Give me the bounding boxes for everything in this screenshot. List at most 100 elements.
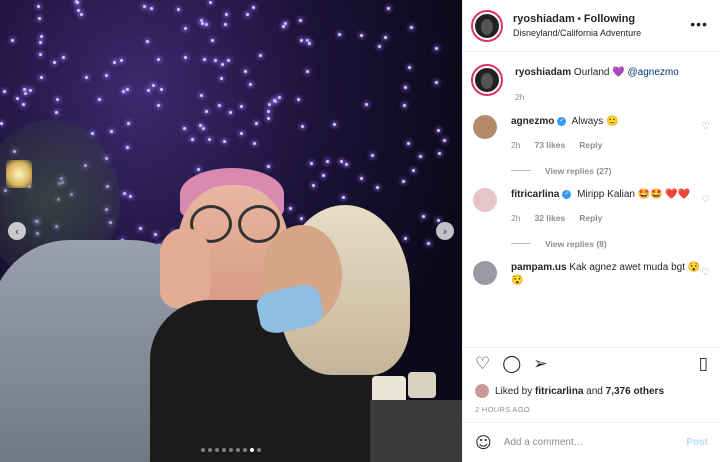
light-dot bbox=[370, 153, 374, 157]
comments-list[interactable]: ryoshiadam Ourland 💜 @agnezmo 2h agnezmo… bbox=[463, 52, 720, 347]
light-dot bbox=[226, 58, 230, 62]
avatar[interactable] bbox=[471, 9, 503, 42]
light-dot bbox=[38, 40, 42, 44]
light-dot bbox=[37, 5, 41, 9]
heart-icon[interactable]: ♡ bbox=[701, 121, 710, 132]
comment-username[interactable]: agnezmo bbox=[511, 116, 554, 127]
view-replies-label: View replies (27) bbox=[545, 165, 612, 176]
view-replies-button[interactable]: View replies (8) bbox=[511, 239, 710, 249]
caption-text: Ourland bbox=[573, 67, 610, 78]
light-dot bbox=[3, 89, 7, 93]
action-bar: ♡ ◯ ➢ ▯ bbox=[463, 347, 720, 381]
light-dot bbox=[160, 87, 164, 91]
light-dot bbox=[277, 96, 281, 100]
light-dot bbox=[283, 21, 287, 25]
caption-username[interactable]: ryoshiadam bbox=[515, 67, 571, 78]
light-dot bbox=[340, 160, 344, 164]
likes-summary: Liked by fitricarlina and 7,376 others bbox=[463, 381, 720, 401]
reply-button[interactable]: Reply bbox=[579, 213, 602, 224]
light-dot bbox=[436, 128, 440, 132]
carousel-dot bbox=[215, 448, 219, 452]
light-dot bbox=[299, 19, 303, 23]
light-dot bbox=[307, 42, 311, 46]
light-dot bbox=[223, 140, 227, 144]
emoji-icon[interactable]: ☺ bbox=[475, 433, 492, 452]
carousel-next-button[interactable]: › bbox=[436, 222, 454, 240]
light-dot bbox=[76, 9, 80, 13]
reply-button[interactable]: Reply bbox=[579, 140, 602, 151]
carousel-dot bbox=[236, 448, 240, 452]
comment-time: 2h bbox=[511, 213, 521, 224]
light-dot bbox=[266, 165, 270, 169]
light-dot bbox=[202, 58, 206, 62]
planter bbox=[408, 372, 436, 398]
comment-icon[interactable]: ◯ bbox=[502, 356, 521, 373]
light-dot bbox=[156, 104, 160, 108]
light-dot bbox=[16, 97, 19, 101]
like-icon[interactable]: ♡ bbox=[475, 356, 490, 373]
light-dot bbox=[39, 52, 43, 56]
light-dot bbox=[153, 232, 157, 236]
light-dot bbox=[437, 218, 441, 222]
light-dot bbox=[201, 126, 205, 130]
light-dot bbox=[401, 180, 405, 184]
comment-text: Miripp Kalian 🤩🤩 ❤️❤️ bbox=[577, 188, 691, 200]
liked-by-user[interactable]: fitricarlina bbox=[535, 386, 583, 397]
light-dot bbox=[52, 60, 56, 64]
light-dot bbox=[84, 76, 88, 79]
comment-text: Always 🙂 bbox=[571, 115, 619, 127]
light-dot bbox=[259, 53, 263, 57]
comment-username[interactable]: fitricarlina bbox=[511, 189, 559, 200]
carousel-dot bbox=[201, 448, 205, 452]
light-dot bbox=[61, 55, 65, 59]
light-dot bbox=[205, 109, 209, 113]
heart-icon[interactable]: ♡ bbox=[701, 267, 710, 278]
avatar[interactable] bbox=[475, 384, 489, 398]
liked-by-label: Liked by bbox=[495, 385, 533, 397]
comment-username[interactable]: pampam.us bbox=[511, 262, 567, 273]
post-photo[interactable]: ‹ › bbox=[0, 0, 462, 462]
light-dot bbox=[253, 141, 257, 145]
light-dot bbox=[312, 184, 316, 188]
light-dot bbox=[288, 207, 292, 211]
comment-likes[interactable]: 73 likes bbox=[534, 140, 565, 151]
location-link[interactable]: Disneyland/California Adventure bbox=[513, 27, 641, 39]
carousel-prev-button[interactable]: ‹ bbox=[8, 222, 26, 240]
light-dot bbox=[345, 163, 349, 167]
light-dot bbox=[76, 0, 80, 4]
light-dot bbox=[39, 35, 43, 39]
light-dot bbox=[299, 38, 303, 42]
carousel-dot bbox=[229, 448, 233, 452]
view-replies-button[interactable]: View replies (27) bbox=[511, 166, 710, 176]
bookmark-icon[interactable]: ▯ bbox=[699, 356, 708, 373]
light-dot bbox=[147, 89, 151, 93]
light-dot bbox=[217, 103, 221, 107]
following-button[interactable]: Following bbox=[584, 13, 635, 25]
heart-icon[interactable]: ♡ bbox=[701, 194, 710, 205]
share-icon[interactable]: ➢ bbox=[533, 356, 547, 373]
light-dot bbox=[266, 110, 270, 114]
light-dot bbox=[54, 111, 58, 115]
comment-likes[interactable]: 32 likes bbox=[534, 213, 565, 224]
light-dot bbox=[104, 74, 108, 77]
light-dot bbox=[434, 47, 438, 51]
post-button[interactable]: Post bbox=[686, 437, 708, 448]
avatar[interactable] bbox=[473, 260, 497, 285]
comment-item: pampam.us Kak agnez awet muda bgt 😯😯 ♡ bbox=[473, 260, 710, 288]
verified-badge-icon: ✓ bbox=[562, 189, 572, 199]
comment-input[interactable] bbox=[503, 437, 687, 448]
mention-link[interactable]: @agnezmo bbox=[628, 67, 679, 78]
avatar[interactable] bbox=[473, 187, 497, 212]
light-dot bbox=[146, 39, 150, 43]
likes-count[interactable]: 7,376 others bbox=[606, 386, 664, 397]
light-dot bbox=[177, 7, 181, 11]
light-dot bbox=[321, 174, 325, 178]
avatar[interactable] bbox=[471, 64, 503, 96]
light-dot bbox=[418, 154, 422, 158]
avatar[interactable] bbox=[473, 114, 497, 139]
author-username[interactable]: ryoshiadam bbox=[513, 13, 575, 25]
light-dot bbox=[406, 142, 410, 146]
more-options-icon[interactable]: ••• bbox=[690, 16, 708, 32]
post-timestamp[interactable]: 2 HOURS AGO bbox=[463, 401, 720, 422]
light-dot bbox=[21, 103, 25, 107]
